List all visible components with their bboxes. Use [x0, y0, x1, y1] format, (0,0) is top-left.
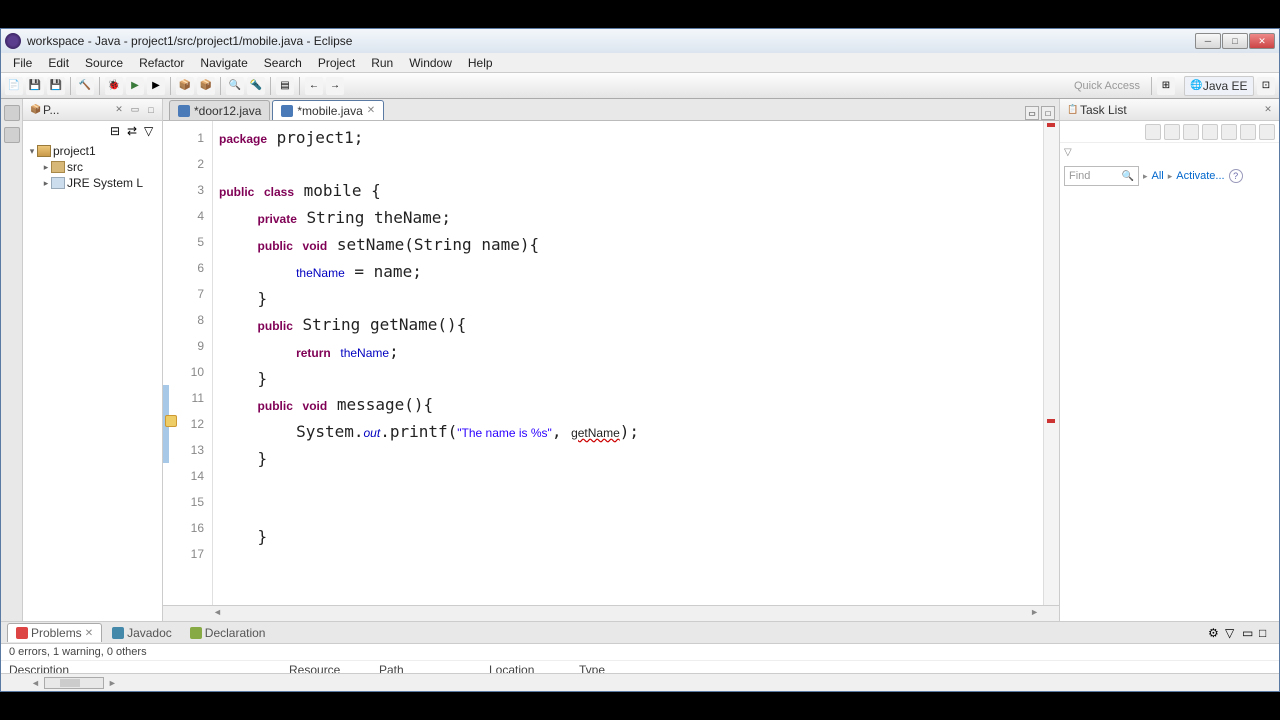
task-dropdown-icon[interactable]: ▽ [1060, 143, 1279, 162]
task-new-icon[interactable] [1145, 124, 1161, 140]
editor-minimize-icon[interactable]: ▭ [1025, 106, 1039, 120]
restore-view-icon[interactable] [4, 105, 20, 121]
status-bar: ◄ ► [1, 673, 1279, 691]
main-toolbar: 📄 💾 💾 🔨 🐞 ▶ ▶ 📦 📦 🔍 🔦 ▤ ← → Quick Access… [1, 73, 1279, 99]
warning-marker-icon[interactable] [165, 415, 177, 427]
save-all-button[interactable]: 💾 [47, 77, 65, 95]
menu-edit[interactable]: Edit [40, 54, 77, 72]
task-menu-icon[interactable] [1259, 124, 1275, 140]
code-editor[interactable]: package project1; public class mobile { … [213, 121, 1043, 605]
run-last-button[interactable]: ▶ [147, 77, 165, 95]
prev-icon[interactable]: ▸ [1143, 171, 1148, 182]
collapse-all-icon[interactable]: ⊟ [110, 124, 124, 138]
error-overview-icon[interactable] [1047, 123, 1055, 127]
task-list-view: 📋 Task List ✕ ▽ Find ▸ All ▸ Activate... [1059, 99, 1279, 621]
problems-filter-icon[interactable]: ⚙ [1208, 626, 1222, 640]
debug-button[interactable]: 🐞 [105, 77, 123, 95]
menu-refactor[interactable]: Refactor [131, 54, 192, 72]
menu-project[interactable]: Project [310, 54, 363, 72]
task-categorize-icon[interactable] [1164, 124, 1180, 140]
task-list-title: Task List [1080, 103, 1259, 117]
next-icon[interactable]: ▸ [1168, 171, 1173, 182]
title-bar: workspace - Java - project1/src/project1… [1, 29, 1279, 53]
menu-window[interactable]: Window [401, 54, 460, 72]
window-title: workspace - Java - project1/src/project1… [27, 34, 1195, 48]
overview-ruler[interactable] [1043, 121, 1059, 605]
maximize-button[interactable]: □ [1222, 33, 1248, 49]
view-menu-icon[interactable]: ▽ [144, 124, 158, 138]
problems-menu-icon[interactable]: ▽ [1225, 626, 1239, 640]
task-schedule-icon[interactable] [1183, 124, 1199, 140]
error-marker-icon[interactable] [1047, 419, 1055, 423]
task-hide-icon[interactable] [1221, 124, 1237, 140]
menu-source[interactable]: Source [77, 54, 131, 72]
task-focus-icon[interactable] [1202, 124, 1218, 140]
view-maximize-icon[interactable]: □ [144, 103, 158, 117]
package-explorer-view: 📦 P... ✕ ▭ □ ⊟ ⇄ ▽ ▾project1 ▸src ▸JRE S… [23, 99, 163, 621]
editor-area: *door12.java *mobile.java✕ ▭ □ 123456789… [163, 99, 1059, 621]
menu-bar: File Edit Source Refactor Navigate Searc… [1, 53, 1279, 73]
horizontal-scrollbar[interactable] [163, 605, 1059, 621]
tab-declaration[interactable]: Declaration [182, 624, 274, 642]
task-collapse-icon[interactable] [1240, 124, 1256, 140]
view-minimize-icon[interactable]: ▭ [128, 103, 142, 117]
build-button[interactable]: 🔨 [76, 77, 94, 95]
status-scrollbar[interactable] [44, 677, 104, 689]
tab-javadoc[interactable]: Javadoc [104, 624, 180, 642]
menu-run[interactable]: Run [363, 54, 401, 72]
close-button[interactable]: ✕ [1249, 33, 1275, 49]
left-trim-bar [1, 99, 23, 621]
save-button[interactable]: 💾 [26, 77, 44, 95]
problems-close-icon[interactable]: ✕ [85, 628, 93, 639]
open-type-button[interactable]: 🔍 [226, 77, 244, 95]
problems-maximize-icon[interactable]: □ [1259, 626, 1273, 640]
perspective-java-ee[interactable]: 🌐 Java EE [1184, 76, 1254, 96]
tab-mobile[interactable]: *mobile.java✕ [272, 100, 384, 120]
find-all-link[interactable]: All [1152, 170, 1164, 182]
view-close-icon[interactable]: ✕ [112, 103, 126, 117]
search-button[interactable]: 🔦 [247, 77, 265, 95]
problems-minimize-icon[interactable]: ▭ [1242, 626, 1256, 640]
task-view-close-icon[interactable]: ✕ [1261, 103, 1275, 117]
find-activate-link[interactable]: Activate... [1176, 170, 1224, 182]
menu-file[interactable]: File [5, 54, 40, 72]
new-server-button[interactable]: 📦 [176, 77, 194, 95]
new-button[interactable]: 📄 [5, 77, 23, 95]
task-list-icon: 📋 [1066, 103, 1080, 117]
tab-door12[interactable]: *door12.java [169, 100, 270, 120]
perspective-switcher[interactable]: ⊡ [1257, 77, 1275, 95]
menu-search[interactable]: Search [256, 54, 310, 72]
forward-button[interactable]: → [326, 77, 344, 95]
new-package-button[interactable]: 📦 [197, 77, 215, 95]
help-icon[interactable]: ? [1229, 169, 1243, 183]
menu-help[interactable]: Help [460, 54, 501, 72]
toggle-breadcrumb-button[interactable]: ▤ [276, 77, 294, 95]
tab-problems[interactable]: Problems✕ [7, 623, 102, 642]
find-input[interactable]: Find [1064, 166, 1139, 186]
tree-jre[interactable]: ▸JRE System L [27, 175, 158, 191]
minimize-button[interactable]: ─ [1195, 33, 1221, 49]
link-editor-icon[interactable]: ⇄ [127, 124, 141, 138]
minimized-view-icon[interactable] [4, 127, 20, 143]
line-number-gutter[interactable]: 1234567891011121314151617 [163, 121, 213, 605]
tab-close-icon[interactable]: ✕ [367, 105, 375, 116]
editor-maximize-icon[interactable]: □ [1041, 106, 1055, 120]
open-perspective-button[interactable]: ⊞ [1157, 77, 1175, 95]
package-icon: 📦 [29, 103, 43, 117]
problems-status: 0 errors, 1 warning, 0 others [1, 644, 1279, 660]
tree-project[interactable]: ▾project1 [27, 143, 158, 159]
run-button[interactable]: ▶ [126, 77, 144, 95]
menu-navigate[interactable]: Navigate [192, 54, 255, 72]
package-explorer-title: P... [43, 103, 110, 117]
back-button[interactable]: ← [305, 77, 323, 95]
tree-src[interactable]: ▸src [27, 159, 158, 175]
eclipse-icon [5, 33, 21, 49]
quick-access[interactable]: Quick Access [1074, 80, 1146, 92]
